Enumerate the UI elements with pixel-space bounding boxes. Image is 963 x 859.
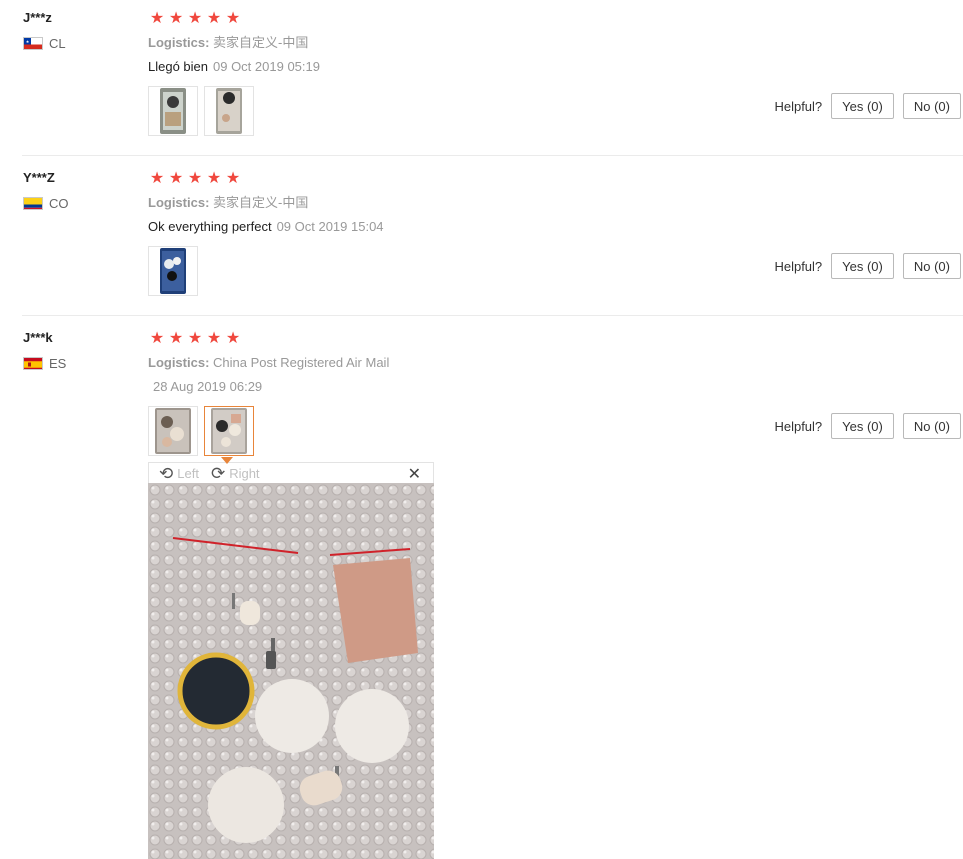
enlarged-review-photo: [148, 483, 434, 859]
logistics-value: 卖家自定义-中国: [213, 35, 309, 50]
helpful-no-button[interactable]: No (0): [902, 413, 961, 439]
star-icon: ★: [225, 330, 241, 347]
helpful-yes-button[interactable]: Yes (0): [831, 93, 894, 119]
logistics-label: Logistics:: [148, 195, 210, 210]
review-body: ★ ★ ★ ★ ★ Logistics: 卖家自定义-中国 Ok everyth…: [148, 170, 708, 296]
reviewer-name: J***k: [23, 330, 53, 345]
review-photos: [148, 406, 708, 456]
rotate-left-button[interactable]: Left: [177, 466, 199, 481]
logistics-info: Logistics: China Post Registered Air Mai…: [148, 354, 708, 372]
review-text: Ok everything perfect 09 Oct 2019 15:04: [148, 218, 708, 236]
logistics-label: Logistics:: [148, 35, 210, 50]
star-icon: ★: [225, 170, 241, 187]
review-body: ★ ★ ★ ★ ★ Logistics: 卖家自定义-中国 Llegó bien…: [148, 10, 708, 136]
star-rating: ★ ★ ★ ★ ★: [148, 170, 708, 188]
close-icon[interactable]: ✕: [408, 464, 421, 484]
star-icon: ★: [168, 10, 184, 27]
review-text: 28 Aug 2019 06:29: [148, 378, 708, 396]
star-icon: ★: [149, 330, 165, 347]
photo-viewer: ⟲ Left ⟳ Right ✕: [148, 457, 434, 859]
rotate-left-icon[interactable]: ⟲: [159, 465, 173, 482]
review-photo-thumbnail[interactable]: [148, 86, 198, 136]
country-code: CO: [49, 195, 69, 211]
review-photos: [148, 86, 708, 136]
star-icon: ★: [187, 330, 203, 347]
spain-flag-icon: [23, 356, 43, 370]
review-photos: [148, 246, 708, 296]
rotate-right-button[interactable]: Right: [229, 466, 259, 481]
star-icon: ★: [149, 170, 165, 187]
review-comment: Llegó bien: [148, 59, 208, 74]
star-icon: ★: [206, 330, 222, 347]
star-rating: ★ ★ ★ ★ ★: [148, 10, 708, 28]
star-icon: ★: [225, 10, 241, 27]
logistics-info: Logistics: 卖家自定义-中国: [148, 194, 708, 212]
logistics-value: China Post Registered Air Mail: [213, 355, 390, 370]
logistics-label: Logistics:: [148, 355, 210, 370]
star-icon: ★: [149, 10, 165, 27]
photo-viewer-toolbar: ⟲ Left ⟳ Right ✕: [148, 457, 434, 484]
star-icon: ★: [206, 170, 222, 187]
review-photo-thumbnail[interactable]: [148, 406, 198, 456]
star-icon: ★: [187, 10, 203, 27]
star-rating: ★ ★ ★ ★ ★: [148, 330, 708, 348]
review-body: ★ ★ ★ ★ ★ Logistics: China Post Register…: [148, 330, 708, 456]
helpful-no-button[interactable]: No (0): [902, 253, 961, 279]
review-photo-thumbnail[interactable]: [204, 86, 254, 136]
helpful-label: Helpful?: [774, 98, 823, 114]
svg-text:★: ★: [26, 39, 30, 44]
star-icon: ★: [168, 330, 184, 347]
reviewer-name: J***z: [23, 10, 52, 25]
viewer-pointer: [221, 457, 233, 464]
reviewer-name: Y***Z: [23, 170, 55, 185]
star-icon: ★: [187, 170, 203, 187]
star-icon: ★: [206, 10, 222, 27]
colombia-flag-icon: [23, 196, 43, 210]
helpful-no-button[interactable]: No (0): [902, 93, 961, 119]
logistics-value: 卖家自定义-中国: [213, 195, 309, 210]
helpful-vote: Helpful? Yes (0) No (0): [774, 93, 961, 119]
reviewer-info: Y***Z CO: [23, 169, 69, 211]
helpful-label: Helpful?: [774, 418, 823, 434]
helpful-vote: Helpful? Yes (0) No (0): [774, 253, 961, 279]
country-code: CL: [49, 35, 66, 51]
reviewer-country: CO: [23, 195, 69, 211]
review-photo-thumbnail[interactable]: [148, 246, 198, 296]
review-item: Y***Z CO ★ ★ ★ ★ ★ Logistics: 卖家自定义-中国 O…: [0, 156, 963, 316]
review-item: J***k ES ★ ★ ★ ★ ★ Logistics: China Post…: [0, 316, 963, 859]
helpful-label: Helpful?: [774, 258, 823, 274]
helpful-yes-button[interactable]: Yes (0): [831, 253, 894, 279]
review-item: J***z ★ CL ★ ★ ★ ★ ★ Logistics: 卖家自定义-中国…: [0, 0, 963, 156]
review-text: Llegó bien 09 Oct 2019 05:19: [148, 58, 708, 76]
helpful-yes-button[interactable]: Yes (0): [831, 413, 894, 439]
country-code: ES: [49, 355, 67, 371]
review-photo-thumbnail-selected[interactable]: [204, 406, 254, 456]
review-date: 09 Oct 2019 05:19: [213, 59, 320, 74]
rotate-right-icon[interactable]: ⟳: [211, 465, 225, 482]
reviewer-info: J***k ES: [23, 329, 66, 371]
star-icon: ★: [168, 170, 184, 187]
reviewer-info: J***z ★ CL: [23, 9, 66, 51]
chile-flag-icon: ★: [23, 36, 43, 50]
logistics-info: Logistics: 卖家自定义-中国: [148, 34, 708, 52]
review-comment: Ok everything perfect: [148, 219, 272, 234]
reviewer-country: ES: [23, 355, 66, 371]
review-date: 09 Oct 2019 15:04: [276, 219, 384, 234]
review-date: 28 Aug 2019 06:29: [153, 379, 263, 394]
reviewer-country: ★ CL: [23, 35, 66, 51]
helpful-vote: Helpful? Yes (0) No (0): [774, 413, 961, 439]
